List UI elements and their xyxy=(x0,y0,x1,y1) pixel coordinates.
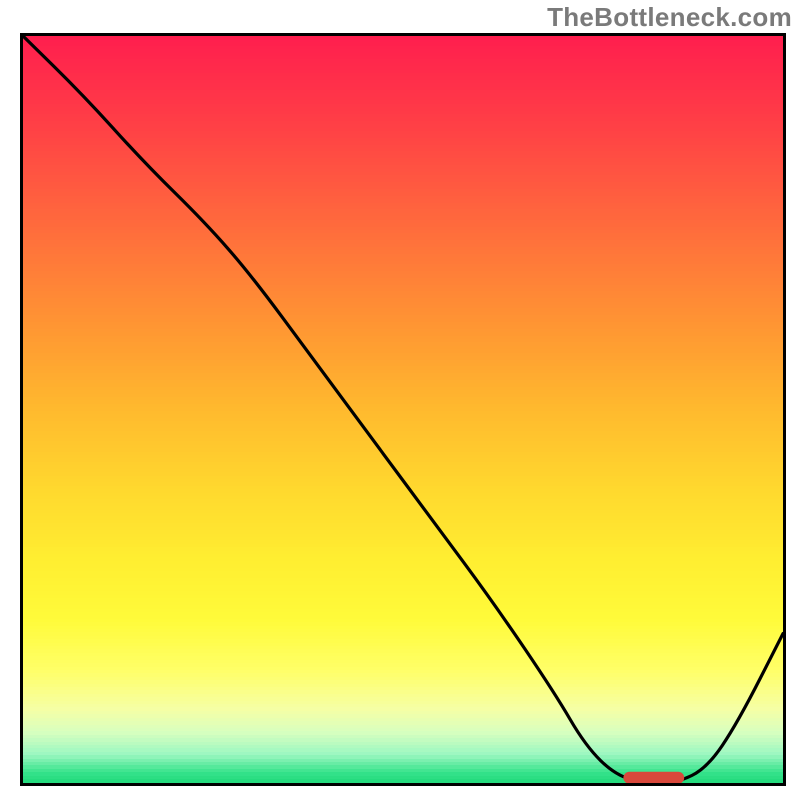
optimal-range-marker xyxy=(623,772,684,783)
chart-svg-layer xyxy=(23,36,783,783)
watermark-text: TheBottleneck.com xyxy=(547,2,792,33)
bottleneck-curve-line xyxy=(23,36,783,783)
chart-plot-area xyxy=(20,33,786,786)
